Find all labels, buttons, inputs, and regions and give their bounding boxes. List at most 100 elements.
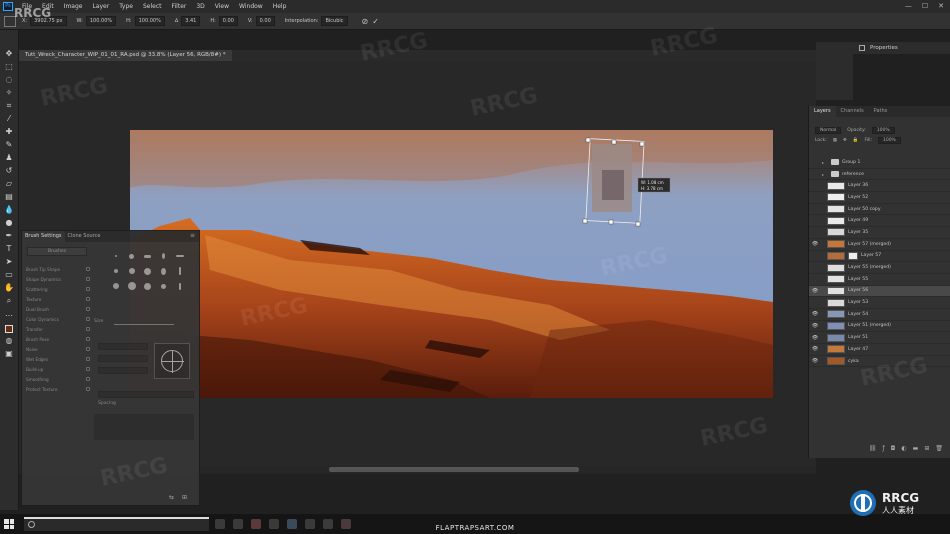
link-icon[interactable]: ⛓ <box>869 445 877 452</box>
menu-layer[interactable]: Layer <box>87 3 114 10</box>
layer-row[interactable]: 👁 Layer 51 (merged) <box>809 321 950 333</box>
visibility-eye-icon[interactable]: 👁 <box>811 311 819 317</box>
layer-thumbnail[interactable] <box>827 321 845 330</box>
brush-option[interactable]: Build-up <box>26 364 90 374</box>
lock-all-icon[interactable]: 🔒 <box>853 138 859 143</box>
brush-option[interactable]: Wet Edges <box>26 354 90 364</box>
tab-layers[interactable]: Layers <box>809 106 836 117</box>
layer-row[interactable]: Layer 55 <box>809 274 950 286</box>
layer-thumbnail[interactable] <box>827 298 845 307</box>
lock-icon[interactable] <box>86 267 90 271</box>
layer-thumbnail[interactable] <box>827 333 845 342</box>
path-selection-icon[interactable]: ➤ <box>4 256 15 267</box>
layer-row[interactable]: Layer 36 <box>809 180 950 193</box>
lasso-tool-icon[interactable]: ◌ <box>4 74 15 85</box>
roundness-field[interactable] <box>98 367 148 374</box>
height-field[interactable]: H: 100.00% <box>126 16 165 26</box>
expand-arrow-icon[interactable]: ▸ <box>822 160 824 165</box>
layer-thumbnail[interactable] <box>827 357 845 366</box>
tab-channels[interactable]: Channels <box>836 106 869 117</box>
lock-icon[interactable] <box>86 377 90 381</box>
brushes-button[interactable]: Brushes <box>27 247 87 256</box>
new-layer-icon[interactable]: ⊞ <box>924 445 929 452</box>
h-skew-value[interactable]: 0.00 <box>218 16 238 26</box>
mask-icon[interactable]: ◘ <box>891 445 896 452</box>
lock-pixels-icon[interactable]: ▦ <box>833 138 837 143</box>
v-skew-value[interactable]: 0.00 <box>255 16 275 26</box>
layer-thumbnail[interactable] <box>827 205 845 214</box>
layer-thumbnail[interactable] <box>827 181 845 190</box>
layer-row[interactable]: Layer 55 (merged) <box>809 262 950 274</box>
layer-thumbnail[interactable] <box>827 193 845 202</box>
blend-mode-select[interactable]: Normal <box>815 126 842 134</box>
brush-option[interactable]: Texture <box>26 294 90 304</box>
cancel-transform-icon[interactable]: ⊘ <box>362 17 369 26</box>
visibility-eye-icon[interactable]: 👁 <box>811 358 819 364</box>
brush-tip[interactable] <box>172 264 187 278</box>
layer-thumbnail[interactable] <box>827 275 845 284</box>
visibility-eye-icon[interactable]: 👁 <box>811 241 819 247</box>
width-field[interactable]: W: 100.00% <box>77 16 117 26</box>
brush-tip[interactable] <box>124 249 139 263</box>
brush-option[interactable]: Noise <box>26 344 90 354</box>
move-tool-icon[interactable]: ✥ <box>4 48 15 59</box>
menu-image[interactable]: Image <box>59 3 88 10</box>
v-skew-field[interactable]: V: 0.00 <box>248 16 275 26</box>
commit-transform-icon[interactable]: ✓ <box>372 17 379 26</box>
pen-tool-icon[interactable]: ✒ <box>4 230 15 241</box>
tab-clone-source[interactable]: Clone Source <box>65 231 104 242</box>
layer-thumbnail[interactable] <box>827 216 845 225</box>
lock-icon[interactable] <box>86 277 90 281</box>
lock-icon[interactable] <box>86 287 90 291</box>
type-tool-icon[interactable]: T <box>4 243 15 254</box>
lock-position-icon[interactable]: ✥ <box>843 138 847 143</box>
brush-tip[interactable] <box>172 279 187 293</box>
flip-x-row[interactable] <box>98 343 148 350</box>
interpolation-select[interactable]: Bicubic <box>321 16 348 26</box>
h-skew-field[interactable]: H: 0.00 <box>210 16 238 26</box>
interpolation-field[interactable]: Interpolation: Bicubic <box>285 16 348 26</box>
eyedropper-icon[interactable]: ⁄ <box>4 113 15 124</box>
marquee-tool-icon[interactable]: ⬚ <box>4 61 15 72</box>
close-icon[interactable]: ✕ <box>938 2 944 10</box>
angle-value[interactable]: 3.41 <box>181 16 201 26</box>
properties-header[interactable]: Properties <box>853 42 950 54</box>
menu-filter[interactable]: Filter <box>167 3 192 10</box>
menu-window[interactable]: Window <box>234 3 268 10</box>
layer-row[interactable]: 👁 Layer 47 <box>809 344 950 356</box>
brush-tip[interactable] <box>172 249 187 263</box>
new-brush-icon[interactable]: ⊞ <box>182 494 187 501</box>
visibility-eye-icon[interactable]: 👁 <box>811 346 819 352</box>
layer-row[interactable]: Layer 50 copy <box>809 204 950 216</box>
h-value[interactable]: 100.00% <box>134 16 165 26</box>
magic-wand-icon[interactable]: ✧ <box>4 87 15 98</box>
folder-icon[interactable]: ▬ <box>913 445 919 452</box>
brush-tip[interactable] <box>140 249 155 263</box>
layer-row[interactable]: 👁 Layer 54 <box>809 309 950 321</box>
blur-tool-icon[interactable]: 💧 <box>4 204 15 215</box>
brush-tip[interactable] <box>124 264 139 278</box>
lock-icon[interactable] <box>86 337 90 341</box>
tab-paths[interactable]: Paths <box>869 106 893 117</box>
layer-thumbnail[interactable] <box>827 228 845 237</box>
layer-row[interactable]: Layer 52 <box>809 192 950 204</box>
brush-tip[interactable] <box>156 249 171 263</box>
foreground-color-swatch[interactable] <box>5 325 13 333</box>
document-tab[interactable]: Tutt_Wreck_Character_WIP_01_01_RA.psd @ … <box>19 50 232 61</box>
layer-row[interactable]: ▸ Group 1 <box>809 157 950 169</box>
layer-row[interactable]: Layer 49 <box>809 215 950 228</box>
brush-option[interactable]: Smoothing <box>26 374 90 384</box>
visibility-eye-icon[interactable]: 👁 <box>811 323 819 329</box>
brush-tip[interactable] <box>124 279 139 293</box>
layer-row[interactable]: 👁 cyka <box>809 356 950 368</box>
lock-icon[interactable] <box>86 327 90 331</box>
healing-brush-icon[interactable]: ✚ <box>4 126 15 137</box>
more-tools-icon[interactable]: … <box>4 308 15 319</box>
trash-icon[interactable]: 🗑 <box>935 445 943 452</box>
brush-tip[interactable] <box>108 279 123 293</box>
layer-row[interactable]: 👁 Layer 56 <box>809 285 950 298</box>
layer-thumbnail[interactable] <box>827 310 845 319</box>
hand-tool-icon[interactable]: ✋ <box>4 282 15 293</box>
brush-tool-icon[interactable]: ✎ <box>4 139 15 150</box>
quick-mask-icon[interactable]: ◍ <box>4 335 15 346</box>
